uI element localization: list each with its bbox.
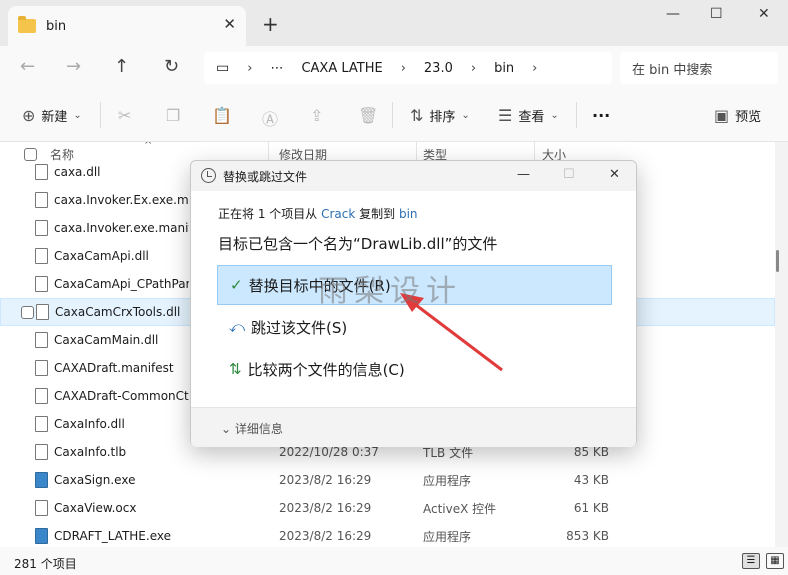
watermark-text: 雨梨设计 <box>318 274 462 309</box>
